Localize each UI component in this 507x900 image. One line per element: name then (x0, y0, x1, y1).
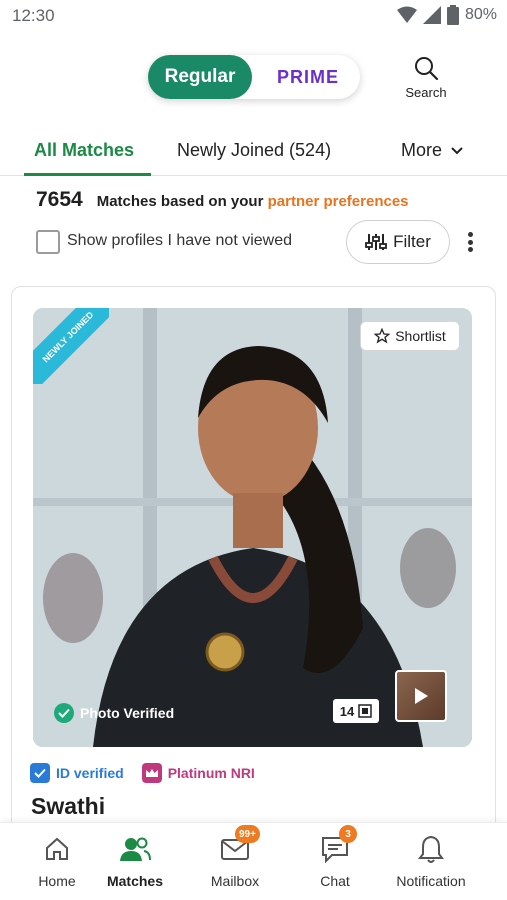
battery-percent: 80% (464, 6, 497, 23)
more-options-icon[interactable] (462, 230, 478, 254)
play-icon (415, 688, 428, 704)
tab-all-matches[interactable]: All Matches (34, 140, 134, 161)
verified-check-icon (54, 703, 74, 723)
bell-icon (415, 833, 447, 865)
search-label: Search (405, 85, 447, 100)
photo-count-badge[interactable]: 14 (333, 699, 379, 723)
id-verified-badge: ID verified (30, 763, 124, 783)
matches-description: Matches based on your partner preference… (97, 193, 409, 210)
profile-badges: ID verified Platinum NRI (30, 763, 255, 783)
search-button[interactable]: Search (398, 55, 454, 101)
home-icon (41, 833, 73, 865)
platinum-badge: Platinum NRI (141, 763, 255, 783)
platinum-label: Platinum NRI (167, 765, 255, 781)
chat-icon: 3 (319, 825, 357, 865)
prime-toggle-button[interactable]: PRIME (260, 55, 356, 99)
active-tab-indicator (24, 173, 151, 176)
profile-photo[interactable]: NEWLY JOINED Shortlist Photo Verified 14 (33, 308, 472, 747)
plan-toggle[interactable]: Regular PRIME (148, 55, 360, 99)
signal-icon (422, 6, 441, 24)
battery-icon (446, 5, 459, 25)
nav-mailbox[interactable]: 99+ Mailbox (190, 825, 280, 889)
newly-joined-ribbon: NEWLY JOINED (33, 308, 109, 384)
gallery-icon (358, 704, 372, 718)
chat-badge: 3 (339, 825, 357, 843)
shortlist-button[interactable]: Shortlist (360, 321, 460, 351)
nav-chat[interactable]: 3 Chat (290, 825, 380, 889)
regular-toggle-button[interactable]: Regular (148, 55, 252, 99)
profile-name[interactable]: Swathi (31, 793, 105, 820)
tab-more[interactable]: More (401, 140, 464, 161)
photo-count: 14 (339, 703, 355, 719)
matches-icon (119, 833, 151, 865)
nav-notification[interactable]: Notification (386, 833, 476, 889)
newly-joined-ribbon-text: NEWLY JOINED (33, 308, 109, 384)
not-viewed-checkbox-label[interactable]: Show profiles I have not viewed (67, 232, 292, 250)
nav-home[interactable]: Home (12, 833, 102, 889)
nav-chat-label: Chat (320, 873, 350, 889)
partner-preferences-link[interactable]: partner preferences (268, 193, 409, 210)
tab-newly-joined[interactable]: Newly Joined (524) (177, 140, 331, 161)
id-verified-label: ID verified (56, 765, 124, 781)
mailbox-icon: 99+ (219, 825, 260, 865)
shield-check-icon (30, 763, 50, 783)
matches-count: 7654 (36, 188, 83, 211)
mailbox-badge: 99+ (235, 825, 260, 843)
chevron-down-icon (451, 146, 463, 154)
sliders-icon (365, 234, 388, 250)
nav-mailbox-label: Mailbox (210, 873, 260, 889)
photo-verified-badge: Photo Verified (54, 703, 174, 723)
matches-text-prefix: Matches based on your (96, 193, 264, 210)
status-time: 12:30 (12, 6, 55, 25)
profile-card[interactable]: NEWLY JOINED Shortlist Photo Verified 14… (11, 286, 496, 846)
bottom-nav: Home Matches 99+ Mailbox 3 Chat Notifica… (0, 822, 507, 900)
crown-icon (141, 763, 162, 783)
nav-notification-label: Notification (396, 873, 466, 889)
search-icon (415, 57, 439, 81)
video-thumbnail[interactable] (395, 670, 447, 722)
filter-label: Filter (393, 232, 431, 251)
match-tabs: All Matches Newly Joined (524) More (0, 132, 507, 176)
shortlist-label: Shortlist (395, 328, 446, 344)
tab-more-label: More (401, 140, 443, 160)
nav-home-label: Home (38, 873, 76, 889)
star-icon (374, 328, 391, 344)
nav-matches-label: Matches (106, 873, 164, 889)
status-bar: 12:30 80% (0, 0, 507, 32)
wifi-icon (396, 6, 417, 23)
not-viewed-checkbox[interactable] (36, 230, 60, 254)
nav-matches[interactable]: Matches (90, 833, 180, 889)
photo-verified-label: Photo Verified (80, 705, 175, 721)
status-icons: 80% (396, 5, 497, 25)
filter-button[interactable]: Filter (346, 220, 450, 264)
matches-summary: 7654 Matches based on your partner prefe… (36, 188, 409, 212)
filter-row: Show profiles I have not viewed Filter (36, 220, 486, 264)
